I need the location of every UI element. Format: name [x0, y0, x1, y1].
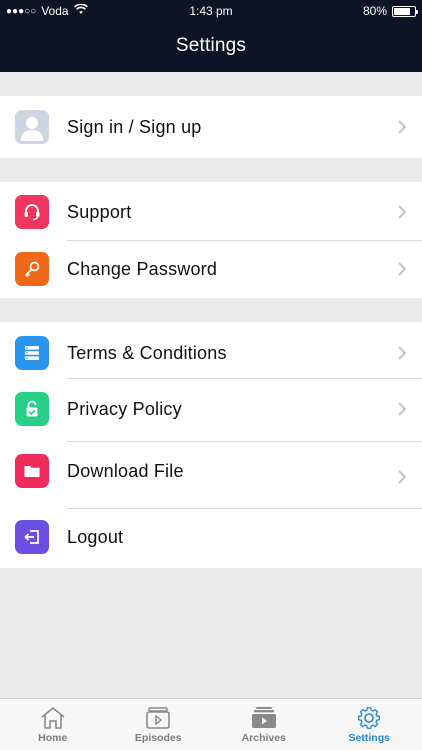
folder-icon: [15, 454, 49, 488]
battery-icon: [392, 5, 418, 17]
terms-label: Terms & Conditions: [67, 342, 227, 363]
info-group: Terms & Conditions Privacy Policy Downlo…: [0, 322, 422, 568]
logout-label: Logout: [67, 526, 124, 547]
episodes-icon: [146, 707, 171, 729]
sign-in-label: Sign in / Sign up: [67, 116, 202, 137]
tab-home[interactable]: Home: [0, 699, 106, 750]
chevron-right-icon: [398, 346, 407, 360]
status-bar: ●●●○○ Voda 1:43 pm 80%: [0, 0, 422, 22]
home-icon: [41, 706, 65, 729]
status-time: 1:43 pm: [189, 4, 233, 18]
privacy-label: Privacy Policy: [67, 398, 182, 419]
chevron-right-icon: [398, 120, 407, 134]
archives-icon: [251, 707, 276, 728]
navigation-bar: ●●●○○ Voda 1:43 pm 80% Settings: [0, 0, 422, 72]
gear-icon: [358, 707, 381, 729]
tab-settings-label: Settings: [348, 732, 390, 744]
user-placeholder-icon: [15, 110, 49, 144]
tab-home-label: Home: [38, 732, 68, 744]
divider: [67, 378, 422, 379]
change-password-row[interactable]: Change Password: [0, 240, 422, 298]
sign-in-row[interactable]: Sign in / Sign up: [0, 98, 422, 156]
tab-archives-label: Archives: [241, 732, 286, 744]
privacy-row[interactable]: Privacy Policy: [0, 380, 422, 438]
key-icon: [15, 252, 49, 286]
chevron-right-icon: [398, 402, 407, 416]
headset-icon: [15, 195, 49, 229]
tab-archives[interactable]: Archives: [211, 699, 317, 750]
download-file-label: Download File: [67, 460, 184, 481]
battery-percentage: 80%: [362, 4, 387, 18]
tab-settings[interactable]: Settings: [317, 699, 422, 750]
account-group: Sign in / Sign up: [0, 96, 422, 158]
support-group: Support Change Password: [0, 182, 422, 298]
tab-bar: Home Episodes Archives Settings: [0, 698, 422, 750]
support-row[interactable]: Support: [0, 183, 422, 241]
logout-row[interactable]: Logout: [0, 508, 422, 566]
logout-icon: [15, 520, 49, 554]
support-label: Support: [67, 201, 132, 222]
page-title: Settings: [175, 35, 247, 56]
chevron-right-icon: [398, 470, 407, 484]
terms-row[interactable]: Terms & Conditions: [0, 324, 422, 382]
download-file-row[interactable]: Download File: [0, 442, 422, 500]
list-icon: [15, 336, 49, 370]
chevron-right-icon: [398, 205, 407, 219]
change-password-label: Change Password: [67, 258, 218, 279]
tab-episodes-label: Episodes: [134, 732, 182, 744]
lock-check-icon: [15, 392, 49, 426]
tab-episodes[interactable]: Episodes: [106, 699, 212, 750]
chevron-right-icon: [398, 262, 407, 276]
